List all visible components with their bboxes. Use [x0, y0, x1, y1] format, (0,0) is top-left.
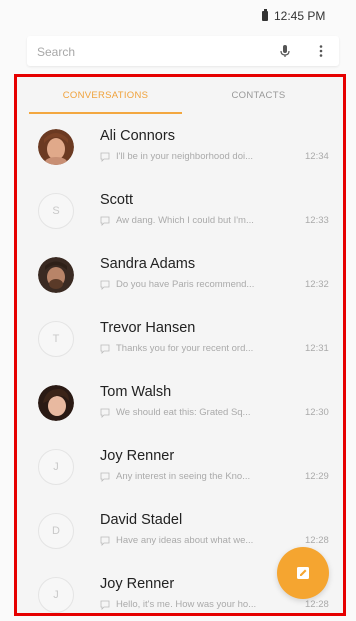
- avatar: T: [38, 321, 74, 357]
- contact-name: Ali Connors: [100, 128, 175, 144]
- tab-conversations[interactable]: CONVERSATIONS: [29, 85, 182, 115]
- avatar: S: [38, 193, 74, 229]
- message-icon: [100, 536, 110, 546]
- avatar: [38, 385, 74, 421]
- status-bar: 12:45 PM: [0, 0, 356, 30]
- message-icon: [100, 408, 110, 418]
- contact-name: Tom Walsh: [100, 384, 172, 400]
- conversation-row[interactable]: S Scott Aw dang. Which I could but I'm..…: [17, 181, 343, 245]
- tab-contacts[interactable]: CONTACTS: [182, 85, 335, 115]
- highlight-frame: CONVERSATIONS CONTACTS Ali Connors I'll …: [14, 74, 346, 616]
- message-icon: [100, 344, 110, 354]
- message-time: 12:29: [305, 471, 329, 482]
- compose-button[interactable]: [277, 547, 329, 599]
- search-input[interactable]: [35, 42, 259, 62]
- message-icon: [100, 472, 110, 482]
- message-time: 12:32: [305, 279, 329, 290]
- message-line: Aw dang. Which I could but I'm... 12:33: [100, 215, 340, 229]
- message-line: I'll be in your neighborhood doi... 12:3…: [100, 151, 340, 165]
- conversation-row[interactable]: Sandra Adams Do you have Paris recommend…: [17, 245, 343, 309]
- message-icon: [100, 216, 110, 226]
- contact-name: Joy Renner: [100, 576, 175, 592]
- contact-name: Joy Renner: [100, 448, 175, 464]
- contact-name: Sandra Adams: [100, 256, 196, 272]
- message-preview: Aw dang. Which I could but I'm...: [116, 215, 254, 226]
- more-vert-icon[interactable]: [313, 43, 329, 59]
- avatar: J: [38, 449, 74, 485]
- message-time: 12:28: [305, 535, 329, 546]
- active-tab-indicator: [29, 112, 182, 114]
- message-line: Any interest in seeing the Kno... 12:29: [100, 471, 340, 485]
- message-time: 12:34: [305, 151, 329, 162]
- avatar: [38, 257, 74, 293]
- avatar: [38, 129, 74, 165]
- message-icon: [100, 280, 110, 290]
- conversation-row[interactable]: J Joy Renner Any interest in seeing the …: [17, 437, 343, 501]
- tab-bar: CONVERSATIONS CONTACTS: [29, 85, 335, 115]
- contact-name: David Stadel: [100, 512, 183, 528]
- avatar: D: [38, 513, 74, 549]
- message-preview: Thanks you for your recent ord...: [116, 343, 254, 354]
- message-preview: Do you have Paris recommend...: [116, 279, 255, 290]
- message-line: Thanks you for your recent ord... 12:31: [100, 343, 340, 357]
- message-icon: [100, 600, 110, 610]
- contact-name: Trevor Hansen: [100, 320, 196, 336]
- status-time: 12:45 PM: [274, 9, 326, 23]
- message-time: 12:28: [305, 599, 329, 610]
- conversation-row[interactable]: Ali Connors I'll be in your neighborhood…: [17, 117, 343, 181]
- message-line: Hello, it's me. How was your ho... 12:28: [100, 599, 340, 613]
- message-preview: We should eat this: Grated Sq...: [116, 407, 251, 418]
- search-bar: [27, 36, 339, 66]
- mic-icon[interactable]: [277, 43, 293, 59]
- message-icon: [100, 152, 110, 162]
- battery-icon: [262, 9, 268, 21]
- message-time: 12:30: [305, 407, 329, 418]
- conversation-row[interactable]: Tom Walsh We should eat this: Grated Sq.…: [17, 373, 343, 437]
- message-preview: Hello, it's me. How was your ho...: [116, 599, 257, 610]
- message-preview: Have any ideas about what we...: [116, 535, 254, 546]
- message-time: 12:31: [305, 343, 329, 354]
- avatar: J: [38, 577, 74, 613]
- message-preview: Any interest in seeing the Kno...: [116, 471, 251, 482]
- contact-name: Scott: [100, 192, 134, 208]
- message-time: 12:33: [305, 215, 329, 226]
- message-line: Do you have Paris recommend... 12:32: [100, 279, 340, 293]
- message-line: We should eat this: Grated Sq... 12:30: [100, 407, 340, 421]
- compose-icon: [297, 567, 309, 579]
- message-preview: I'll be in your neighborhood doi...: [116, 151, 254, 162]
- messaging-screen: 12:45 PM CONVERSATIONS CONTACTS: [0, 0, 356, 621]
- conversation-row[interactable]: T Trevor Hansen Thanks you for your rece…: [17, 309, 343, 373]
